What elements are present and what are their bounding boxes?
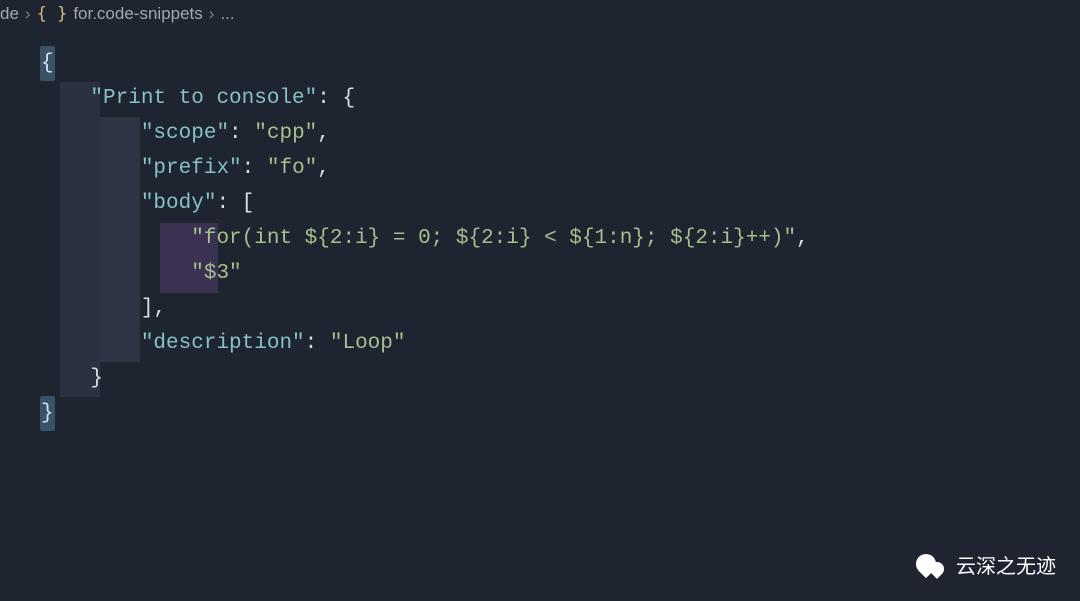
wechat-icon — [916, 552, 946, 578]
breadcrumb-folder[interactable]: de — [0, 4, 19, 24]
code-line[interactable]: "body": [ — [40, 186, 1080, 221]
bracket-close: ] — [141, 291, 154, 326]
chevron-right-icon: › — [209, 4, 215, 24]
breadcrumb-file-label: for.code-snippets — [73, 4, 202, 24]
json-key: "description" — [141, 326, 305, 361]
json-string: "for(int ${2:i} = 0; ${2:i} < ${1:n}; ${… — [191, 221, 796, 256]
code-line[interactable]: } — [40, 361, 1080, 396]
code-editor[interactable]: { "Print to console": { "scope": "cpp", … — [0, 28, 1080, 431]
code-line[interactable]: ], — [40, 291, 1080, 326]
chevron-right-icon: › — [25, 4, 31, 24]
breadcrumb-tail-label: ... — [220, 4, 234, 24]
json-string: "cpp" — [254, 116, 317, 151]
json-string: "$3" — [191, 256, 241, 291]
code-line[interactable]: { — [40, 46, 1080, 81]
json-string: "fo" — [267, 151, 317, 186]
brace-close: } — [40, 396, 55, 431]
breadcrumb-folder-label: de — [0, 4, 19, 24]
breadcrumb-file[interactable]: { } for.code-snippets — [37, 4, 203, 24]
code-line[interactable]: "description": "Loop" — [40, 326, 1080, 361]
breadcrumb[interactable]: de › { } for.code-snippets › ... — [0, 0, 1080, 28]
code-content[interactable]: { "Print to console": { "scope": "cpp", … — [40, 46, 1080, 431]
json-key: "Print to console" — [90, 81, 317, 116]
json-string: "Loop" — [330, 326, 406, 361]
code-line[interactable]: } — [40, 396, 1080, 431]
bracket-open: [ — [242, 186, 255, 221]
watermark: 云深之无迹 — [916, 550, 1056, 579]
code-line[interactable]: "for(int ${2:i} = 0; ${2:i} < ${1:n}; ${… — [40, 221, 1080, 256]
brace-open: { — [342, 81, 355, 116]
json-key: "prefix" — [141, 151, 242, 186]
brace-open: { — [40, 46, 55, 81]
code-line[interactable]: "prefix": "fo", — [40, 151, 1080, 186]
code-line[interactable]: "$3" — [40, 256, 1080, 291]
json-key: "body" — [141, 186, 217, 221]
json-key: "scope" — [141, 116, 229, 151]
code-line[interactable]: "Print to console": { — [40, 81, 1080, 116]
brace-close: } — [90, 361, 103, 396]
watermark-text: 云深之无迹 — [956, 550, 1056, 579]
breadcrumb-tail[interactable]: ... — [220, 4, 234, 24]
code-line[interactable]: "scope": "cpp", — [40, 116, 1080, 151]
braces-icon: { } — [37, 4, 68, 24]
